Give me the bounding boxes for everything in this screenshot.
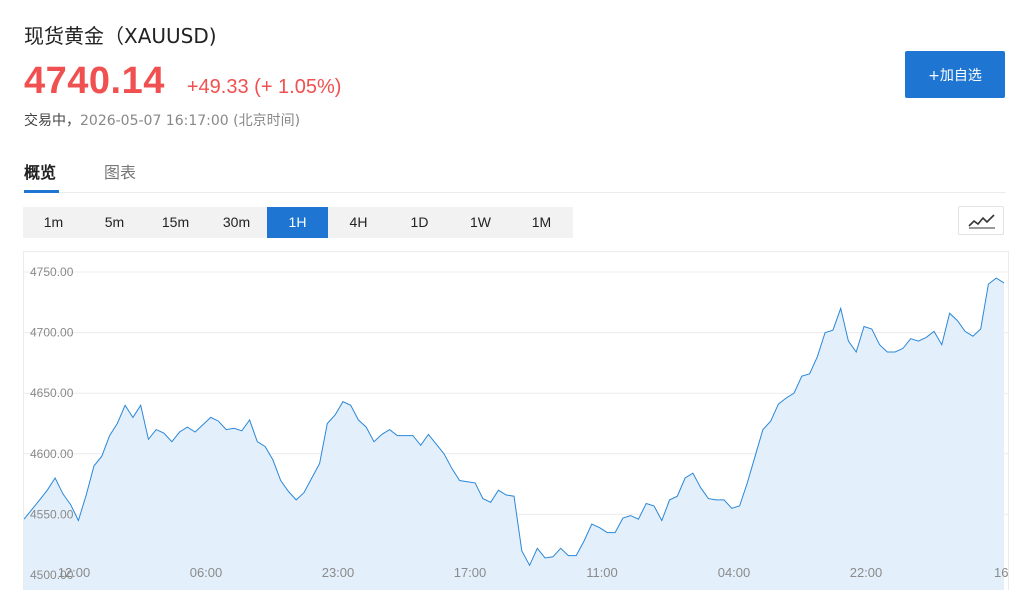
price-change: +49.33 (+ 1.05%) (186, 76, 342, 98)
period-30m[interactable]: 30m (206, 207, 267, 238)
current-price: 4740.14 (24, 60, 165, 102)
price-row: 4740.14 +49.33 (+ 1.05%) (24, 60, 341, 103)
period-1mo[interactable]: 1M (511, 207, 572, 238)
x-tick-label: 04:00 (718, 565, 751, 580)
x-tick-label: 22:00 (850, 565, 883, 580)
y-tick-label: 4650.00 (30, 386, 74, 400)
trading-status: 交易中，2026-05-07 16:17:00 (北京时间) (24, 110, 300, 130)
tab-chart[interactable]: 图表 (104, 159, 136, 183)
view-tabs: 概览 图表 (24, 155, 1006, 193)
period-1m[interactable]: 1m (23, 207, 84, 238)
price-area (24, 278, 1004, 590)
add-to-watchlist-button[interactable]: +加自选 (905, 51, 1005, 98)
period-1h[interactable]: 1H (267, 207, 328, 238)
tab-overview[interactable]: 概览 (24, 159, 56, 183)
x-tick-label: 17:00 (454, 565, 487, 580)
instrument-title: 现货黄金（XAUUSD) (24, 24, 217, 48)
period-selector: 1m 5m 15m 30m 1H 4H 1D 1W 1M (23, 207, 573, 238)
period-4h[interactable]: 4H (328, 207, 389, 238)
y-tick-label: 4750.00 (30, 265, 74, 279)
y-tick-label: 4700.00 (30, 326, 74, 340)
x-tick-label: 23:00 (322, 565, 355, 580)
quote-timestamp: 2026-05-07 16:17:00 (北京时间) (80, 113, 301, 129)
period-5m[interactable]: 5m (84, 207, 145, 238)
x-tick-label: 12:00 (58, 565, 91, 580)
price-chart[interactable]: 4750.004700.004650.004600.004550.004500.… (23, 252, 1019, 590)
y-tick-label: 4600.00 (30, 447, 74, 461)
active-tab-indicator (24, 190, 59, 193)
period-1d[interactable]: 1D (389, 207, 450, 238)
x-tick-label: 16:0 (994, 565, 1008, 580)
price-chart-panel: 4750.00 4700.00 4650.00 4600.00 4550.00 4500.… (23, 251, 1019, 590)
period-15m[interactable]: 15m (145, 207, 206, 238)
x-tick-label: 06:00 (190, 565, 223, 580)
chart-type-button[interactable] (958, 206, 1004, 235)
y-tick-label: 4550.00 (30, 507, 74, 521)
trading-status-label: 交易中， (24, 113, 80, 129)
line-chart-icon (968, 214, 995, 229)
x-tick-label: 11:00 (586, 565, 618, 580)
period-1w[interactable]: 1W (450, 207, 511, 238)
